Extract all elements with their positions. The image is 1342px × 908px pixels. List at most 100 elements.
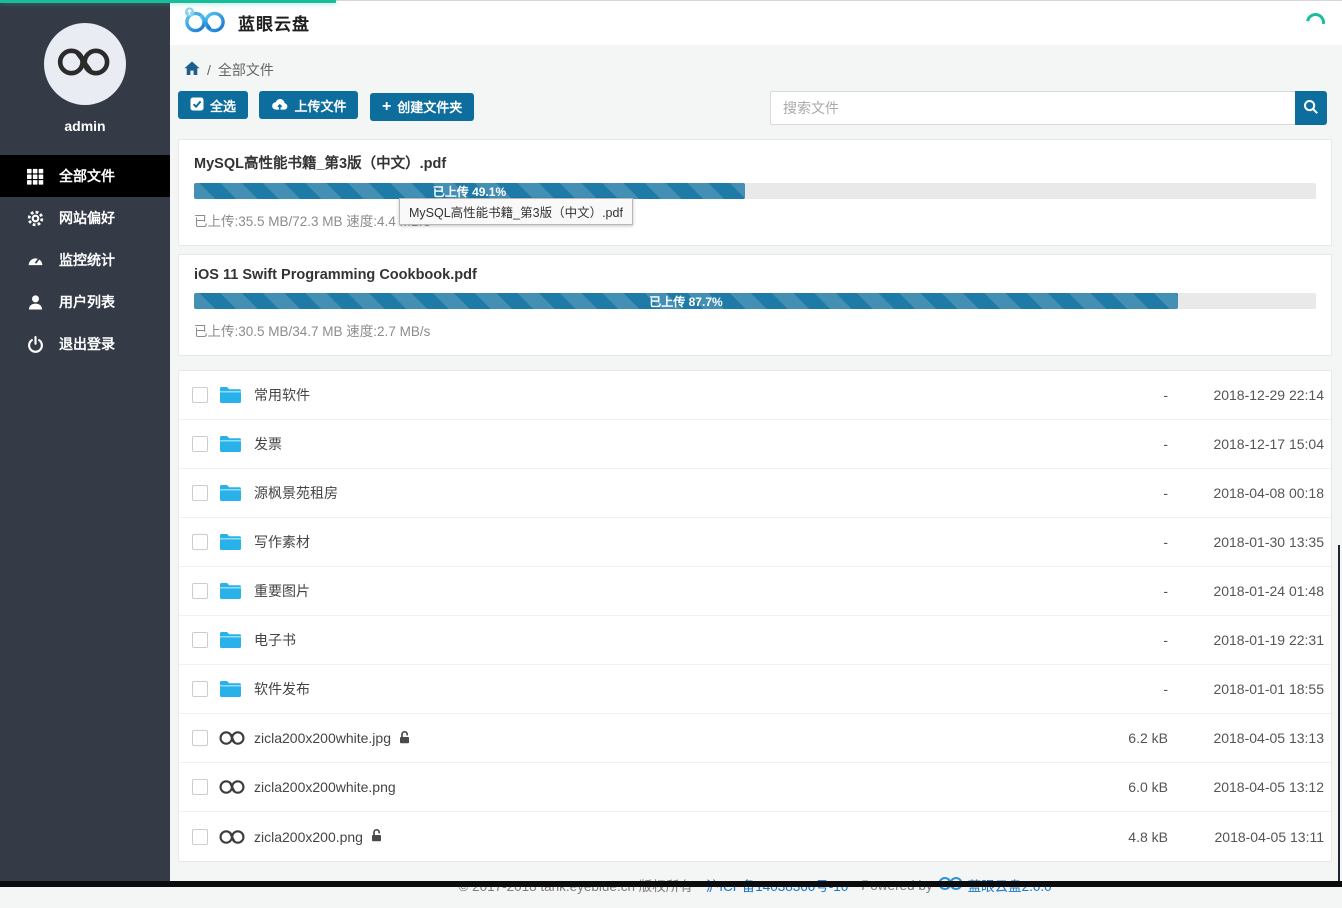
upload-filename: iOS 11 Swift Programming Cookbook.pdf: [194, 267, 1316, 283]
row-checkbox[interactable]: [192, 730, 208, 746]
file-date: 2018-04-05 13:12: [1168, 779, 1324, 795]
select-all-label: 全选: [210, 96, 236, 115]
row-checkbox[interactable]: [192, 534, 208, 550]
sidebar-item-label: 网站偏好: [59, 208, 115, 228]
file-date: 2018-04-05 13:13: [1168, 730, 1324, 746]
sidebar-item-all-files[interactable]: 全部文件: [0, 155, 170, 197]
upload-tooltip: MySQL高性能书籍_第3版（中文）.pdf: [399, 198, 633, 225]
create-folder-label: 创建文件夹: [397, 97, 462, 116]
upload-file-label: 上传文件: [294, 96, 346, 115]
table-row[interactable]: 电子书 - 2018-01-19 22:31: [179, 616, 1331, 665]
table-row[interactable]: zicla200x200white.jpg 6.2 kB 2018-04-05 …: [179, 714, 1331, 763]
file-name[interactable]: 重要图片: [254, 581, 1088, 601]
table-row[interactable]: zicla200x200white.png 6.0 kB 2018-04-05 …: [179, 763, 1331, 812]
file-date: 2018-04-08 00:18: [1168, 485, 1324, 501]
row-checkbox[interactable]: [192, 485, 208, 501]
sidebar-item-monitor-stats[interactable]: 监控统计: [0, 239, 170, 281]
row-checkbox[interactable]: [192, 829, 208, 845]
upload-progress-label: 已上传 49.1%: [433, 183, 506, 200]
row-checkbox[interactable]: [192, 436, 208, 452]
search-button[interactable]: [1295, 91, 1327, 125]
search-input[interactable]: [770, 91, 1295, 125]
content: / 全部文件 全选 上传文件: [170, 60, 1342, 908]
row-checkbox[interactable]: [192, 632, 208, 648]
file-name[interactable]: zicla200x200.png: [254, 828, 1088, 845]
folder-icon: [219, 435, 246, 453]
avatar[interactable]: [44, 23, 126, 105]
user-icon: [27, 294, 44, 311]
table-row[interactable]: 源枫景苑租房 - 2018-04-08 00:18: [179, 469, 1331, 518]
upload-progress-label: 已上传 87.7%: [649, 293, 722, 310]
main-area: 蓝眼云盘 / 全部文件 全选: [170, 0, 1342, 887]
table-row[interactable]: 重要图片 - 2018-01-24 01:48: [179, 567, 1331, 616]
breadcrumb-separator: /: [207, 62, 211, 78]
file-name[interactable]: 常用软件: [254, 385, 1088, 405]
sidebar-item-logout[interactable]: 退出登录: [0, 323, 170, 365]
file-name[interactable]: 电子书: [254, 630, 1088, 650]
table-row[interactable]: 写作素材 - 2018-01-30 13:35: [179, 518, 1331, 567]
file-size: 6.0 kB: [1088, 779, 1168, 795]
power-icon: [27, 336, 44, 353]
breadcrumb-current[interactable]: 全部文件: [218, 60, 274, 80]
folder-icon: [219, 484, 246, 502]
toolbar: 全选 上传文件 + 创建文件夹: [178, 91, 1332, 127]
file-name[interactable]: zicla200x200white.png: [254, 779, 1088, 795]
file-date: 2018-12-17 15:04: [1168, 436, 1324, 452]
search-bar: [770, 91, 1327, 125]
sidebar: admin 全部文件 网站偏好: [0, 0, 170, 887]
file-date: 2018-12-29 22:14: [1168, 387, 1324, 403]
app-header: 蓝眼云盘: [170, 0, 1342, 45]
sidebar-item-user-list[interactable]: 用户列表: [0, 281, 170, 323]
file-list: 常用软件 - 2018-12-29 22:14 发票 - 2018-12-17 …: [178, 370, 1332, 862]
page-title: 蓝眼云盘: [238, 10, 310, 35]
file-name[interactable]: 软件发布: [254, 679, 1088, 699]
grid-icon: [27, 168, 44, 185]
gauge-icon: [27, 252, 44, 269]
sidebar-item-label: 退出登录: [59, 334, 115, 354]
upload-progress-bar: 已上传 49.1%: [194, 183, 745, 199]
upload-info: 已上传:30.5 MB/34.7 MB 速度:2.7 MB/s: [194, 320, 1316, 340]
select-all-button[interactable]: 全选: [178, 91, 248, 119]
row-checkbox[interactable]: [192, 387, 208, 403]
gear-icon: [27, 210, 44, 227]
upload-info: 已上传:35.5 MB/72.3 MB 速度:4.4 MB/s: [194, 210, 1316, 230]
file-name[interactable]: 源枫景苑租房: [254, 483, 1088, 503]
row-checkbox[interactable]: [192, 681, 208, 697]
file-size: -: [1088, 534, 1168, 550]
file-size: -: [1088, 387, 1168, 403]
file-size: -: [1088, 436, 1168, 452]
file-name[interactable]: zicla200x200white.jpg: [254, 730, 1088, 747]
folder-icon: [219, 582, 246, 600]
file-date: 2018-01-19 22:31: [1168, 632, 1324, 648]
upload-file-button[interactable]: 上传文件: [259, 91, 358, 119]
upload-progress-track: 已上传 49.1%: [194, 183, 1316, 199]
sidebar-menu: 全部文件 网站偏好 监控统计: [0, 155, 170, 365]
home-icon[interactable]: [184, 61, 200, 79]
file-date: 2018-01-01 18:55: [1168, 681, 1324, 697]
file-name[interactable]: 发票: [254, 434, 1088, 454]
file-size: 4.8 kB: [1088, 829, 1168, 845]
create-folder-button[interactable]: + 创建文件夹: [370, 93, 474, 121]
table-row[interactable]: zicla200x200.png 4.8 kB 2018-04-05 13:11: [179, 812, 1331, 861]
sidebar-item-site-preferences[interactable]: 网站偏好: [0, 197, 170, 239]
file-size: -: [1088, 681, 1168, 697]
upload-filename: MySQL高性能书籍_第3版（中文）.pdf: [194, 152, 1316, 173]
scrollbar-thumb[interactable]: [1338, 545, 1340, 881]
table-row[interactable]: 发票 - 2018-12-17 15:04: [179, 420, 1331, 469]
upload-card: iOS 11 Swift Programming Cookbook.pdf 已上…: [178, 254, 1332, 356]
table-row[interactable]: 软件发布 - 2018-01-01 18:55: [179, 665, 1331, 714]
table-row[interactable]: 常用软件 - 2018-12-29 22:14: [179, 371, 1331, 420]
row-checkbox[interactable]: [192, 779, 208, 795]
upload-progress-bar: 已上传 87.7%: [194, 293, 1178, 309]
file-size: -: [1088, 485, 1168, 501]
file-date: 2018-04-05 13:11: [1168, 829, 1324, 845]
folder-icon: [219, 386, 246, 404]
app-logo-icon: [181, 6, 228, 39]
file-name[interactable]: 写作素材: [254, 532, 1088, 552]
breadcrumb: / 全部文件: [184, 60, 1332, 80]
image-file-icon: [219, 779, 246, 795]
search-icon: [1303, 99, 1319, 118]
folder-icon: [219, 680, 246, 698]
row-checkbox[interactable]: [192, 583, 208, 599]
sidebar-item-label: 全部文件: [59, 166, 115, 186]
